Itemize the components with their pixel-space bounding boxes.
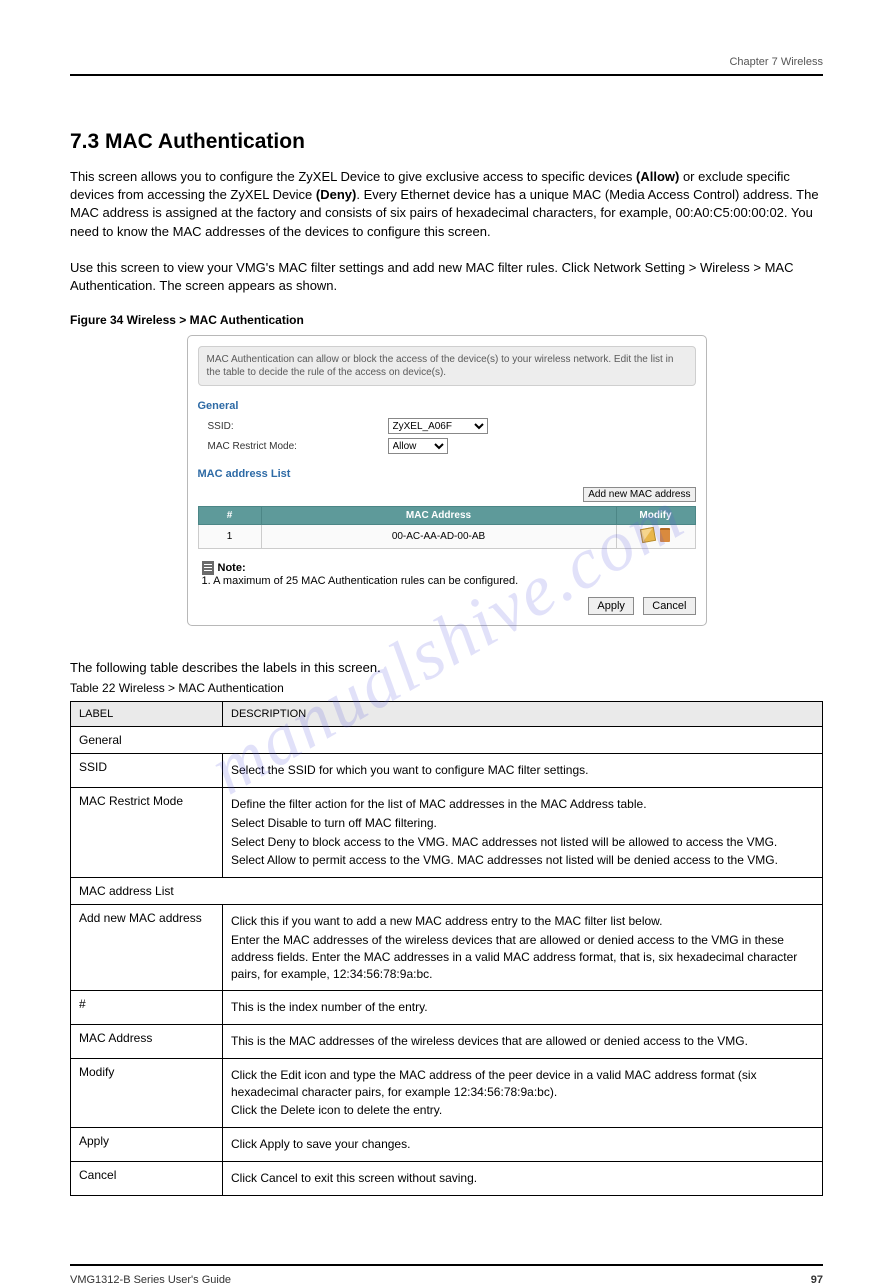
table-row: Add new MAC addressClick this if you wan…: [71, 905, 823, 991]
note-icon: [202, 561, 214, 575]
table-row: ApplyClick Apply to save your changes.: [71, 1128, 823, 1162]
page-header: Chapter 7 Wireless: [70, 56, 823, 68]
th-desc: DESCRIPTION: [223, 702, 823, 727]
table-row: ModifyClick the Edit icon and type the M…: [71, 1058, 823, 1127]
desc-cell: Select the SSID for which you want to co…: [223, 754, 823, 788]
label-cell: Cancel: [71, 1162, 223, 1196]
footer-rule: [70, 1264, 823, 1266]
header-rule: [70, 74, 823, 76]
col-num: #: [198, 507, 261, 525]
label-cell: Add new MAC address: [71, 905, 223, 991]
desc-cell: This is the index number of the entry.: [223, 991, 823, 1025]
ssid-select[interactable]: ZyXEL_A06F: [388, 418, 488, 434]
delete-icon[interactable]: [660, 528, 670, 542]
section-cell: General: [71, 727, 823, 754]
table-row: 1 00-AC-AA-AD-00-AB: [198, 525, 695, 549]
row-modify: [616, 525, 695, 549]
row-mac: 00-AC-AA-AD-00-AB: [261, 525, 616, 549]
desc-cell: Click Cancel to exit this screen without…: [223, 1162, 823, 1196]
footer-left: VMG1312-B Series User's Guide: [70, 1274, 231, 1286]
add-mac-button[interactable]: Add new MAC address: [583, 487, 695, 502]
section-title: 7.3 MAC Authentication: [70, 130, 823, 154]
label-cell: MAC Address: [71, 1025, 223, 1059]
mode-label: MAC Restrict Mode:: [198, 441, 388, 452]
table-row: SSIDSelect the SSID for which you want t…: [71, 754, 823, 788]
section-description: This screen allows you to configure the …: [70, 168, 823, 241]
note-title-text: Note:: [218, 562, 246, 574]
label-cell: Modify: [71, 1058, 223, 1127]
apply-button[interactable]: Apply: [588, 597, 634, 615]
label-cell: #: [71, 991, 223, 1025]
table-row: General: [71, 727, 823, 754]
note-block: Note: 1. A maximum of 25 MAC Authenticat…: [202, 561, 696, 587]
edit-icon[interactable]: [640, 527, 656, 543]
table-row: #This is the index number of the entry.: [71, 991, 823, 1025]
desc-cell: Click this if you want to add a new MAC …: [223, 905, 823, 991]
note-text: 1. A maximum of 25 MAC Authentication ru…: [202, 575, 696, 587]
figure-label: Figure 34 Wireless > MAC Authentication: [70, 313, 823, 327]
ssid-label: SSID:: [198, 421, 388, 432]
desc-cell: Click the Edit icon and type the MAC add…: [223, 1058, 823, 1127]
th-label: LABEL: [71, 702, 223, 727]
label-cell: MAC Restrict Mode: [71, 787, 223, 877]
mac-table: # MAC Address Modify 1 00-AC-AA-AD-00-AB: [198, 506, 696, 549]
config-panel: MAC Authentication can allow or block th…: [187, 335, 707, 626]
desc-cell: Define the filter action for the list of…: [223, 787, 823, 877]
desc-cell: Click Apply to save your changes.: [223, 1128, 823, 1162]
table-row: MAC address List: [71, 878, 823, 905]
table-caption: Table 22 Wireless > MAC Authentication: [70, 681, 823, 695]
mode-select[interactable]: Allow: [388, 438, 448, 454]
label-cell: Apply: [71, 1128, 223, 1162]
maclist-heading: MAC address List: [198, 468, 696, 480]
label-cell: SSID: [71, 754, 223, 788]
section-cell: MAC address List: [71, 878, 823, 905]
info-banner: MAC Authentication can allow or block th…: [198, 346, 696, 386]
col-mac: MAC Address: [261, 507, 616, 525]
fields-table: LABEL DESCRIPTION GeneralSSIDSelect the …: [70, 701, 823, 1196]
row-num: 1: [198, 525, 261, 549]
cancel-button[interactable]: Cancel: [643, 597, 695, 615]
footer-pagenum: 97: [811, 1274, 823, 1286]
table-row: MAC Restrict ModeDefine the filter actio…: [71, 787, 823, 877]
section-description-2: Use this screen to view your VMG's MAC f…: [70, 259, 823, 295]
desc-cell: This is the MAC addresses of the wireles…: [223, 1025, 823, 1059]
table-row: MAC AddressThis is the MAC addresses of …: [71, 1025, 823, 1059]
fields-intro: The following table describes the labels…: [70, 660, 823, 675]
table-row: CancelClick Cancel to exit this screen w…: [71, 1162, 823, 1196]
col-modify: Modify: [616, 507, 695, 525]
general-heading: General: [198, 400, 696, 412]
